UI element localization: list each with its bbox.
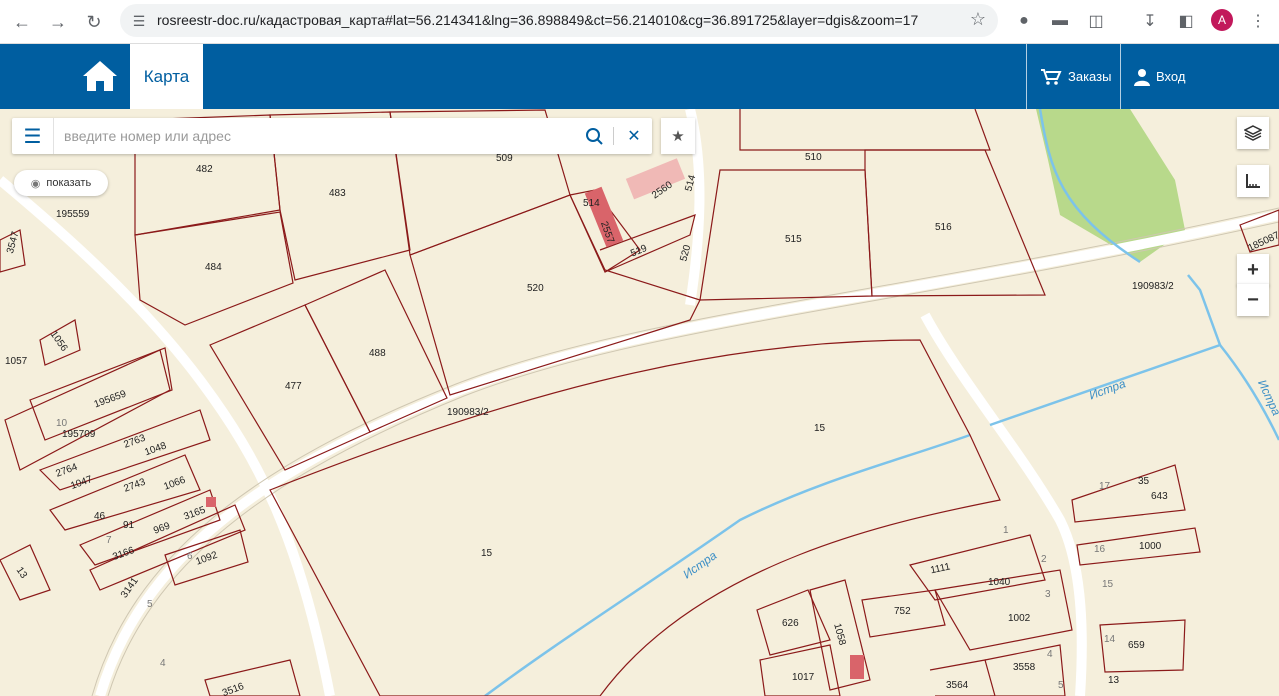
map-label: 477 [285, 381, 302, 392]
search-divider [613, 127, 614, 145]
orders-button[interactable]: Заказы [1040, 44, 1111, 109]
building [850, 655, 864, 679]
map-label: 1000 [1139, 541, 1162, 552]
map-label: 482 [196, 164, 213, 175]
menu-icon[interactable]: ☰ [12, 118, 54, 154]
user-icon [1134, 68, 1150, 86]
orders-label: Заказы [1068, 69, 1112, 84]
extensions-puzzle-icon[interactable]: ◫ [1084, 9, 1108, 33]
map-label: 484 [205, 262, 222, 273]
zoom-in-button[interactable]: + [1237, 254, 1269, 286]
close-icon[interactable]: ✕ [623, 124, 645, 148]
login-label: Вход [1156, 69, 1186, 84]
reload-icon[interactable]: ↻ [80, 8, 108, 36]
map-label: 15 [481, 548, 493, 559]
cart-icon [1041, 68, 1062, 85]
search-icon[interactable] [584, 126, 604, 146]
extension-icon[interactable]: ▬ [1048, 9, 1072, 33]
header-divider [1120, 44, 1121, 109]
search-input[interactable] [64, 126, 584, 146]
map-label: 2 [1041, 554, 1047, 565]
map-label: 510 [805, 152, 822, 163]
map-label: 10 [56, 418, 68, 429]
map-label: 626 [782, 618, 799, 629]
map-label: 6 [187, 551, 193, 562]
extension-icon[interactable]: ● [1012, 9, 1036, 33]
eye-icon: ◉ [30, 177, 41, 190]
site-info-icon[interactable]: ☰ [128, 10, 150, 32]
map-label: 190983/2 [447, 407, 489, 418]
map-label: 1017 [792, 672, 815, 683]
forward-icon[interactable]: → [44, 8, 72, 36]
map-label: 13 [1108, 675, 1120, 686]
search-panel: ☰ ✕ [12, 118, 652, 154]
map-label: 190983/2 [1132, 281, 1174, 292]
show-button[interactable]: ◉ показать [14, 170, 108, 196]
url-text[interactable]: rosreestr-doc.ru/кадастровая_карта#lat=5… [157, 12, 918, 28]
map-label: 1057 [5, 356, 28, 367]
map-label: 643 [1151, 491, 1168, 502]
browser-menu-icon[interactable]: ⋮ [1246, 9, 1270, 33]
map-label: 4 [1047, 649, 1053, 660]
map-label: 509 [496, 153, 513, 164]
map-label: 35 [1138, 476, 1150, 487]
map-label: 15 [814, 423, 826, 434]
map-label: 14 [1104, 634, 1116, 645]
map-label: 516 [935, 222, 952, 233]
map-label: 15 [1102, 579, 1114, 590]
map-label: 16 [1094, 544, 1106, 555]
map-label: 659 [1128, 640, 1145, 651]
map-label: 195709 [62, 429, 96, 440]
login-button[interactable]: Вход [1134, 44, 1185, 109]
map-label: 7 [106, 535, 112, 546]
browser-toolbar: ← → ↻ ☰ rosreestr-doc.ru/кадастровая_кар… [0, 0, 1279, 44]
zoom-out-button[interactable]: − [1237, 284, 1269, 316]
map-label: 520 [527, 283, 544, 294]
map-label: 5 [1058, 680, 1064, 691]
map-label: 3 [1045, 589, 1051, 600]
profile-avatar[interactable]: A [1211, 9, 1233, 31]
map-canvas[interactable]: 482 483 509 510 515 516 484 520 520 514 … [0, 109, 1279, 696]
map-label: 5 [147, 599, 153, 610]
map-label: 1 [1003, 525, 1009, 536]
map-label: 515 [785, 234, 802, 245]
ruler-icon[interactable] [1237, 165, 1269, 197]
bookmark-star-icon[interactable]: ☆ [970, 9, 986, 30]
layers-icon[interactable] [1237, 117, 1269, 149]
header-divider [1026, 44, 1027, 109]
map-label: 3558 [1013, 662, 1036, 673]
map-label: 195559 [56, 209, 90, 220]
sidepanel-icon[interactable]: ◧ [1174, 9, 1198, 33]
map-label: 1002 [1008, 613, 1031, 624]
map-label: 17 [1099, 481, 1111, 492]
tab-map[interactable]: Карта [130, 44, 203, 109]
map-label: 46 [94, 511, 106, 522]
map-label: 483 [329, 188, 346, 199]
favorites-star-icon[interactable]: ★ [661, 118, 695, 154]
show-label: показать [46, 177, 92, 189]
building [206, 497, 216, 507]
home-icon[interactable] [80, 58, 120, 94]
address-bar[interactable]: ☰ rosreestr-doc.ru/кадастровая_карта#lat… [120, 4, 998, 37]
map-label: 1040 [988, 577, 1011, 588]
map-label: 3564 [946, 680, 969, 691]
site-header: Карта Заказы Вход [0, 44, 1279, 109]
cadastral-map[interactable]: 482 483 509 510 515 516 484 520 520 514 … [0, 109, 1279, 696]
download-icon[interactable]: ↧ [1138, 9, 1162, 33]
back-icon[interactable]: ← [8, 8, 36, 36]
map-label: 752 [894, 606, 911, 617]
map-label: 514 [583, 198, 600, 209]
map-label: 4 [160, 658, 166, 669]
map-label: 488 [369, 348, 386, 359]
map-label: 91 [123, 520, 135, 531]
